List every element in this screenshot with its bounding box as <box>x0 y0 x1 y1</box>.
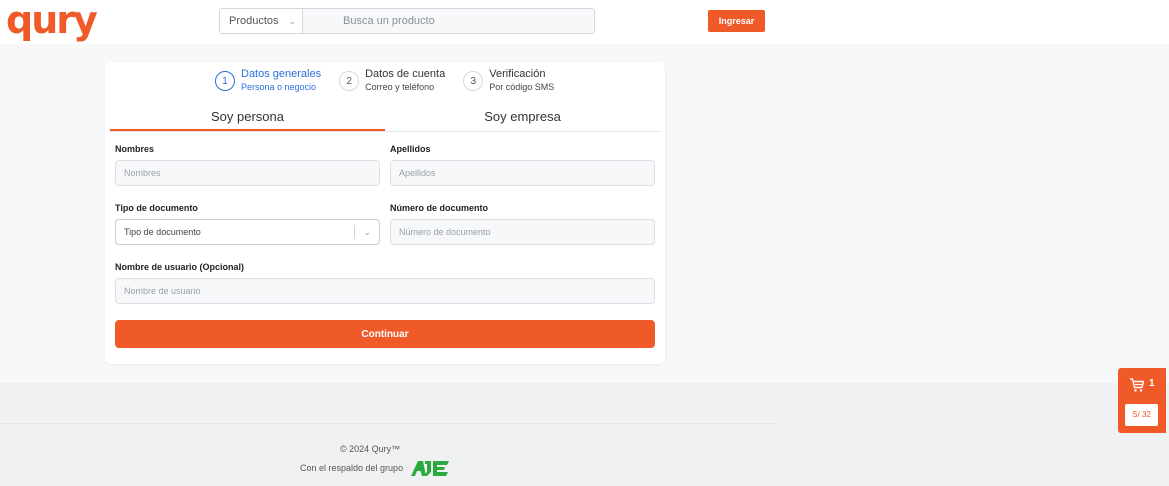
stepper: 1 Datos generales Persona o negocio 2 Da… <box>215 68 572 93</box>
login-button[interactable]: Ingresar <box>708 10 765 32</box>
apellidos-label: Apellidos <box>390 144 431 154</box>
chevron-down-icon: ⌄ <box>363 227 371 237</box>
usuario-input[interactable] <box>115 278 655 304</box>
select-divider <box>354 225 355 239</box>
registration-card: 1 Datos generales Persona o negocio 2 Da… <box>105 62 665 364</box>
nombres-input[interactable] <box>115 160 380 186</box>
step-datos-generales: 1 Datos generales Persona o negocio <box>215 68 321 93</box>
cart-total: S/ 32 <box>1125 404 1158 426</box>
cart-widget[interactable]: 1 S/ 32 <box>1118 368 1166 433</box>
step-title: Verificación <box>489 68 546 80</box>
tipo-documento-value: Tipo de documento <box>124 227 201 237</box>
step-title: Datos de cuenta <box>365 68 446 80</box>
chevron-down-icon: ⌄ <box>288 16 296 26</box>
tipo-documento-select[interactable]: Tipo de documento ⌄ <box>115 219 380 245</box>
search-input[interactable] <box>303 8 595 34</box>
step-subtitle: Persona o negocio <box>241 82 317 92</box>
search-bar: Productos ⌄ <box>219 8 595 34</box>
step-number: 1 <box>215 71 235 91</box>
tab-soy-persona[interactable]: Soy persona <box>110 104 385 131</box>
backing-text: Con el respaldo del grupo <box>300 463 404 473</box>
numero-documento-input[interactable] <box>390 219 655 245</box>
step-subtitle: Correo y teléfono <box>365 82 435 92</box>
copyright-text: © 2024 Qury™ <box>340 444 401 454</box>
category-select[interactable]: Productos ⌄ <box>219 8 303 34</box>
continue-button[interactable]: Continuar <box>115 320 655 348</box>
apellidos-input[interactable] <box>390 160 655 186</box>
qury-logo[interactable]: qury <box>6 0 98 42</box>
step-subtitle: Por código SMS <box>489 82 555 92</box>
step-title: Datos generales <box>241 68 322 80</box>
cart-icon <box>1130 378 1145 392</box>
cart-count: 1 <box>1149 378 1155 389</box>
usuario-label: Nombre de usuario (Opcional) <box>115 262 245 272</box>
group-backing: Con el respaldo del grupo <box>300 459 451 477</box>
category-select-value: Productos <box>229 15 279 27</box>
account-type-tabs: Soy persona Soy empresa <box>110 104 660 132</box>
step-number: 3 <box>463 71 484 91</box>
step-verificacion: 3 Verificación Por código SMS <box>463 68 554 93</box>
footer: © 2024 Qury™ Con el respaldo del grupo <box>0 383 1169 486</box>
tipo-documento-label: Tipo de documento <box>115 203 198 213</box>
footer-divider <box>0 423 775 424</box>
numero-documento-label: Número de documento <box>390 203 489 213</box>
step-number: 2 <box>339 71 360 91</box>
aje-logo <box>411 461 450 476</box>
tab-soy-empresa[interactable]: Soy empresa <box>385 104 660 131</box>
nombres-label: Nombres <box>115 144 155 154</box>
top-header: qury Productos ⌄ Ingresar <box>0 0 1169 44</box>
step-datos-cuenta: 2 Datos de cuenta Correo y teléfono <box>339 68 445 93</box>
